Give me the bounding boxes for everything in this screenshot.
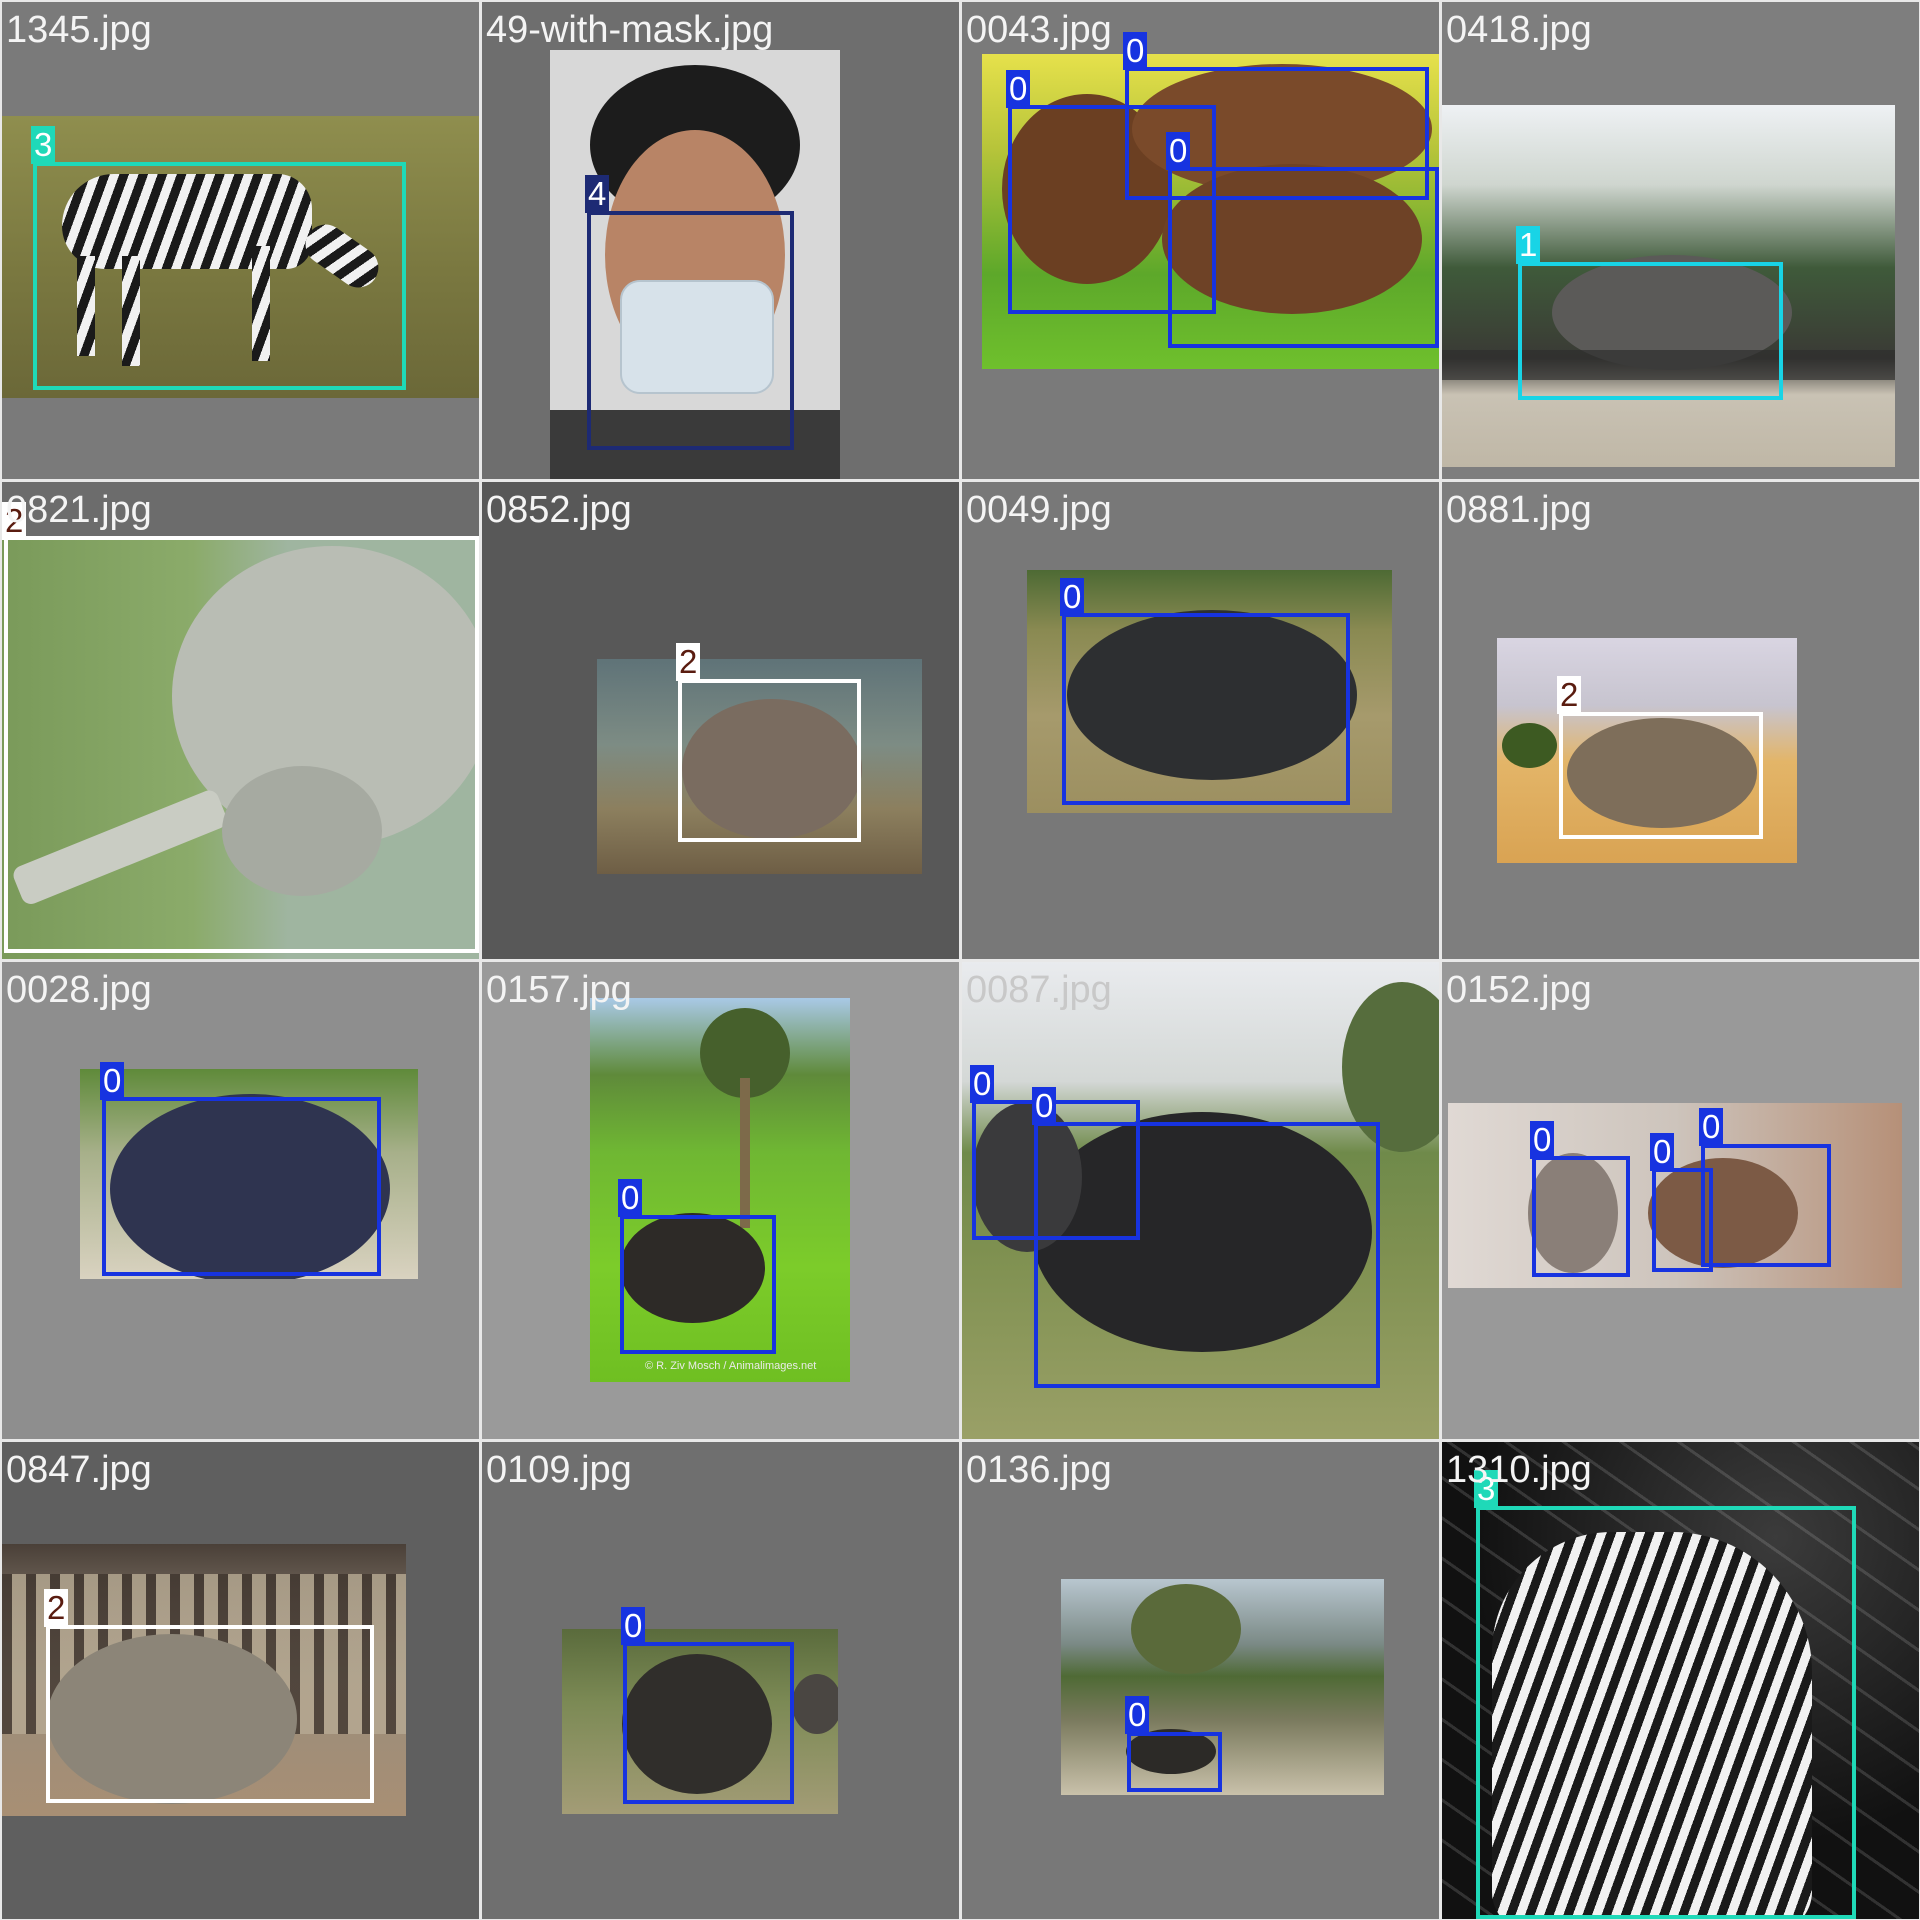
tile-0847[interactable]: 0847.jpg 2 (2, 1442, 479, 1919)
tile-0136[interactable]: 0136.jpg 0 (962, 1442, 1439, 1919)
tile-49-with-mask[interactable]: 49-with-mask.jpg 4 (482, 2, 959, 479)
bbox-class-label: 2 (44, 1589, 69, 1627)
tile-0881[interactable]: 0881.jpg 2 (1442, 482, 1919, 959)
tile-filename: 0152.jpg (1446, 969, 1592, 1011)
tile-filename: 0028.jpg (6, 969, 152, 1011)
bbox-elephant (1518, 262, 1783, 400)
tile-0109[interactable]: 0109.jpg 0 (482, 1442, 959, 1919)
tile-0049[interactable]: 0049.jpg 0 (962, 482, 1439, 959)
tile-1310[interactable]: 1310.jpg 3 (1442, 1442, 1919, 1919)
tile-filename: 0087.jpg (966, 969, 1112, 1011)
tile-filename: 49-with-mask.jpg (486, 9, 774, 51)
tile-filename: 0136.jpg (966, 1449, 1112, 1491)
bbox-buffalo-3 (1168, 167, 1439, 348)
bbox-rhino (4, 536, 479, 953)
tile-filename: 0043.jpg (966, 9, 1112, 51)
tile-filename: 0847.jpg (6, 1449, 152, 1491)
bbox-class-label: 0 (100, 1062, 125, 1100)
tile-0418[interactable]: 0418.jpg 1 (1442, 2, 1919, 479)
bbox-zebra (33, 162, 406, 390)
bbox-class-label: 2 (1557, 676, 1582, 714)
bbox-rhino (1559, 712, 1763, 839)
bbox-rhino (678, 679, 861, 842)
tile-filename: 0109.jpg (486, 1449, 632, 1491)
bbox-buffalo-2 (1034, 1122, 1380, 1388)
tile-0028[interactable]: 0028.jpg 0 (2, 962, 479, 1439)
bbox-face (587, 211, 794, 450)
tile-filename: 0049.jpg (966, 489, 1112, 531)
tile-0087[interactable]: 0087.jpg 0 0 (962, 962, 1439, 1439)
tile-filename: 0881.jpg (1446, 489, 1592, 531)
bbox-class-label: 2 (676, 643, 701, 681)
bbox-class-label: 1 (1516, 226, 1541, 264)
bbox-class-label: 0 (621, 1607, 646, 1645)
tile-0157[interactable]: 0157.jpg © R. Ziv Mosch / Animalimages.n… (482, 962, 959, 1439)
bbox-class-label: 0 (1699, 1108, 1724, 1146)
bbox-buffalo-1 (1532, 1156, 1630, 1277)
tile-filename: 1345.jpg (6, 9, 152, 51)
bbox-buffalo (620, 1215, 776, 1354)
tile-filename: 1310.jpg (1446, 1449, 1592, 1491)
photo-buffalo-distant (1061, 1579, 1384, 1795)
bbox-class-label: 3 (31, 126, 56, 164)
tile-0821[interactable]: 0821.jpg 2 (2, 482, 479, 959)
bbox-buffalo (102, 1097, 381, 1276)
tile-filename: 0821.jpg (6, 489, 152, 531)
bbox-class-label: 0 (1530, 1121, 1555, 1159)
bbox-class-label: 0 (1060, 578, 1085, 616)
tile-filename: 0418.jpg (1446, 9, 1592, 51)
tile-filename: 0852.jpg (486, 489, 632, 531)
tile-filename: 0157.jpg (486, 969, 632, 1011)
bbox-class-label: 0 (618, 1179, 643, 1217)
bbox-class-label: 0 (1166, 132, 1191, 170)
bbox-zebra (1476, 1506, 1856, 1919)
bbox-class-label: 0 (1123, 32, 1148, 70)
bbox-buffalo (623, 1642, 794, 1804)
bbox-rhino (46, 1625, 374, 1803)
bbox-buffalo (1062, 613, 1350, 805)
bbox-buffalo (1127, 1732, 1222, 1792)
bbox-class-label: 0 (1006, 70, 1031, 108)
photo-credit-text: © R. Ziv Mosch / Animalimages.net (645, 1360, 817, 1372)
bbox-class-label: 4 (585, 175, 610, 213)
bbox-buffalo-3 (1701, 1144, 1831, 1267)
bbox-class-label: 0 (1650, 1133, 1675, 1171)
detection-mosaic-grid: 1345.jpg 3 49-with-mask.jpg 4 0043.jpg 0… (0, 0, 1920, 1920)
bbox-class-label: 0 (1032, 1087, 1057, 1125)
bbox-class-label: 0 (1125, 1696, 1150, 1734)
tile-0852[interactable]: 0852.jpg 2 (482, 482, 959, 959)
bbox-class-label: 0 (970, 1065, 995, 1103)
tile-0043[interactable]: 0043.jpg 0 0 0 (962, 2, 1439, 479)
tile-0152[interactable]: 0152.jpg 0 0 0 (1442, 962, 1919, 1439)
tile-1345[interactable]: 1345.jpg 3 (2, 2, 479, 479)
